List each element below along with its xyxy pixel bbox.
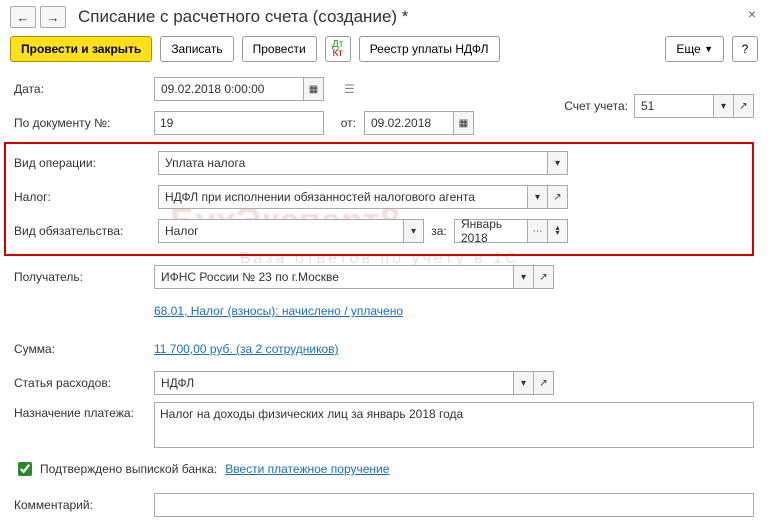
purpose-field[interactable]: Налог на доходы физических лиц за январь… <box>154 402 754 448</box>
optype-label: Вид операции: <box>14 156 158 170</box>
obligation-dropdown[interactable]: ▾ <box>404 219 424 243</box>
highlighted-region: Вид операции: Уплата налога ▾ Налог: НДФ… <box>4 142 754 256</box>
recipient-field[interactable]: ИФНС России № 23 по г.Москве <box>154 265 514 289</box>
account-open-icon[interactable]: ↗ <box>734 94 754 118</box>
list-icon[interactable]: ☰ <box>344 82 355 96</box>
expense-label: Статья расходов: <box>14 376 154 390</box>
dtkt-button[interactable]: ДтКт <box>325 36 351 62</box>
recipient-dropdown[interactable]: ▾ <box>514 265 534 289</box>
period-field[interactable]: Январь 2018 <box>454 219 528 243</box>
docno-field[interactable]: 19 <box>154 111 324 135</box>
chevron-down-icon: ▼ <box>704 44 713 54</box>
comment-field[interactable] <box>154 493 754 517</box>
recipient-label: Получатель: <box>14 270 154 284</box>
tax-dropdown[interactable]: ▾ <box>528 185 548 209</box>
tax-field[interactable]: НДФЛ при исполнении обязанностей налогов… <box>158 185 528 209</box>
enter-payment-link[interactable]: Ввести платежное поручение <box>225 462 389 476</box>
nav-forward-button[interactable]: → <box>40 6 66 28</box>
post-button[interactable]: Провести <box>242 36 317 62</box>
purpose-label: Назначение платежа: <box>14 402 154 420</box>
expense-open-icon[interactable]: ↗ <box>534 371 554 395</box>
expense-field[interactable]: НДФЛ <box>154 371 514 395</box>
nav-back-button[interactable]: ← <box>10 6 36 28</box>
recipient-sub-link[interactable]: 68.01, Налог (взносы): начислено / уплач… <box>154 304 403 318</box>
optype-dropdown[interactable]: ▾ <box>548 151 568 175</box>
confirmed-checkbox[interactable]: Подтверждено выпиской банка: <box>14 459 217 479</box>
help-button[interactable]: ? <box>732 36 758 62</box>
account-field[interactable]: 51 <box>634 94 714 118</box>
close-icon[interactable]: × <box>748 6 756 22</box>
tax-label: Налог: <box>14 190 158 204</box>
date-label: Дата: <box>14 82 154 96</box>
confirmed-checkbox-input[interactable] <box>18 462 32 476</box>
calendar-icon[interactable]: ▦ <box>304 77 324 101</box>
tax-open-icon[interactable]: ↗ <box>548 185 568 209</box>
calendar-icon[interactable]: ▦ <box>454 111 474 135</box>
docfrom-field[interactable]: 09.02.2018 <box>364 111 454 135</box>
docno-label: По документу №: <box>14 116 154 130</box>
ndfl-registry-button[interactable]: Реестр уплаты НДФЛ <box>359 36 500 62</box>
expense-dropdown[interactable]: ▾ <box>514 371 534 395</box>
comment-label: Комментарий: <box>14 498 154 512</box>
more-button[interactable]: Еще ▼ <box>665 36 724 62</box>
obligation-label: Вид обязательства: <box>14 224 158 238</box>
account-label: Счет учета: <box>564 99 628 113</box>
amount-label: Сумма: <box>14 342 154 356</box>
recipient-open-icon[interactable]: ↗ <box>534 265 554 289</box>
confirmed-label: Подтверждено выпиской банка: <box>40 462 217 476</box>
optype-field[interactable]: Уплата налога <box>158 151 548 175</box>
period-spinner[interactable]: ▴▾ <box>548 219 568 243</box>
account-dropdown[interactable]: ▾ <box>714 94 734 118</box>
date-field[interactable]: 09.02.2018 0:00:00 <box>154 77 304 101</box>
save-button[interactable]: Записать <box>160 36 233 62</box>
window-title: Списание с расчетного счета (создание) * <box>78 7 408 27</box>
post-and-close-button[interactable]: Провести и закрыть <box>10 36 152 62</box>
from-label: от: <box>324 116 364 130</box>
for-label: за: <box>424 224 454 238</box>
amount-link[interactable]: 11 700,00 руб. (за 2 сотрудников) <box>154 342 339 356</box>
obligation-field[interactable]: Налог <box>158 219 404 243</box>
period-button[interactable]: ⋯ <box>528 219 548 243</box>
